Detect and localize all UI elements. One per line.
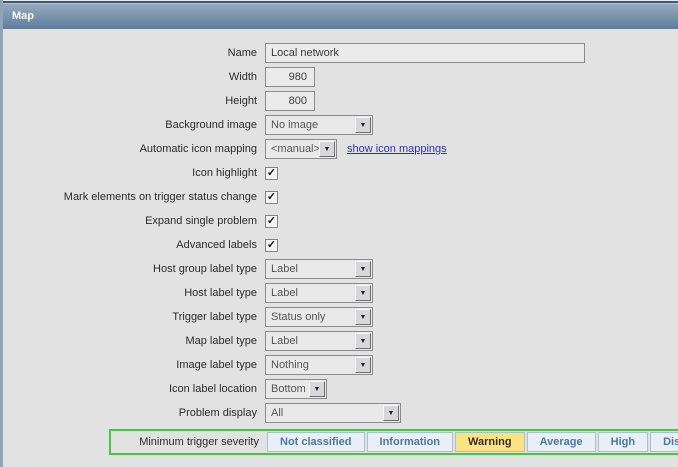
height-label: Height: [3, 95, 265, 107]
form-row-host-group-label-type: Host group label type Label ▼: [3, 259, 678, 279]
panel-title: Map: [12, 10, 34, 22]
severity-button-not-classified[interactable]: Not classified: [267, 432, 365, 452]
problem-display-label: Problem display: [3, 407, 265, 419]
severity-button-group: Not classifiedInformationWarningAverageH…: [267, 432, 678, 452]
form-row-background-image: Background image No image ▼: [3, 115, 678, 135]
form-row-host-label-type: Host label type Label ▼: [3, 283, 678, 303]
form-row-icon-label-location: Icon label location Bottom ▼: [3, 379, 678, 399]
min-trigger-severity-label: Minimum trigger severity: [111, 436, 267, 448]
form-row-name: Name: [3, 43, 678, 63]
severity-button-information[interactable]: Information: [367, 432, 454, 452]
host-group-label-type-select[interactable]: Label ▼: [265, 259, 373, 279]
mark-elements-checkbox[interactable]: ✓: [265, 191, 278, 204]
panel-header: Map: [3, 1, 678, 29]
form-row-image-label-type: Image label type Nothing ▼: [3, 355, 678, 375]
trigger-label-type-selected-value: Status only: [271, 311, 325, 323]
height-input[interactable]: [265, 91, 315, 111]
image-label-type-selected-value: Nothing: [271, 359, 309, 371]
host-label-type-label: Host label type: [3, 287, 265, 299]
problem-display-select[interactable]: All ▼: [265, 403, 401, 423]
form-row-icon-highlight: Icon highlight ✓: [3, 163, 678, 183]
icon-label-location-select[interactable]: Bottom ▼: [265, 379, 327, 399]
dropdown-arrow-icon: ▼: [355, 309, 371, 325]
form-row-height: Height: [3, 91, 678, 111]
background-image-selected-value: No image: [271, 119, 318, 131]
icon-mapping-selected-value: <manual>: [271, 143, 320, 155]
image-label-type-select[interactable]: Nothing ▼: [265, 355, 373, 375]
icon-label-location-label: Icon label location: [3, 383, 265, 395]
icon-mapping-select[interactable]: <manual> ▼: [265, 139, 337, 159]
background-image-select[interactable]: No image ▼: [265, 115, 373, 135]
checkmark-icon: ✓: [267, 192, 276, 203]
icon-highlight-label: Icon highlight: [3, 167, 265, 179]
severity-button-warning[interactable]: Warning: [455, 432, 525, 452]
map-config-panel: Map Name Width Height Background image N…: [0, 0, 678, 467]
map-label-type-label: Map label type: [3, 335, 265, 347]
host-group-label-type-selected-value: Label: [271, 263, 298, 275]
map-form: Name Width Height Background image No im…: [3, 29, 678, 457]
checkmark-icon: ✓: [267, 168, 276, 179]
name-input[interactable]: [265, 43, 585, 63]
checkmark-icon: ✓: [267, 216, 276, 227]
form-row-expand-single-problem: Expand single problem ✓: [3, 211, 678, 231]
dropdown-arrow-icon: ▼: [309, 381, 325, 397]
trigger-label-type-label: Trigger label type: [3, 311, 265, 323]
expand-single-problem-label: Expand single problem: [3, 215, 265, 227]
form-row-trigger-label-type: Trigger label type Status only ▼: [3, 307, 678, 327]
width-label: Width: [3, 71, 265, 83]
background-image-label: Background image: [3, 119, 265, 131]
show-icon-mappings-link[interactable]: show icon mappings: [347, 143, 447, 155]
dropdown-arrow-icon: ▼: [355, 261, 371, 277]
checkmark-icon: ✓: [267, 240, 276, 251]
advanced-labels-label: Advanced labels: [3, 239, 265, 251]
form-row-map-label-type: Map label type Label ▼: [3, 331, 678, 351]
expand-single-problem-checkbox[interactable]: ✓: [265, 215, 278, 228]
dropdown-arrow-icon: ▼: [319, 141, 335, 157]
form-row-min-trigger-severity: Minimum trigger severity Not classifiedI…: [3, 427, 678, 457]
host-label-type-select[interactable]: Label ▼: [265, 283, 373, 303]
dropdown-arrow-icon: ▼: [355, 117, 371, 133]
trigger-label-type-select[interactable]: Status only ▼: [265, 307, 373, 327]
severity-button-average[interactable]: Average: [527, 432, 596, 452]
icon-highlight-checkbox[interactable]: ✓: [265, 167, 278, 180]
form-row-icon-mapping: Automatic icon mapping <manual> ▼ show i…: [3, 139, 678, 159]
form-row-width: Width: [3, 67, 678, 87]
dropdown-arrow-icon: ▼: [355, 285, 371, 301]
severity-button-high[interactable]: High: [598, 432, 648, 452]
image-label-type-label: Image label type: [3, 359, 265, 371]
form-row-advanced-labels: Advanced labels ✓: [3, 235, 678, 255]
mark-elements-label: Mark elements on trigger status change: [3, 191, 265, 203]
name-label: Name: [3, 47, 265, 59]
problem-display-selected-value: All: [271, 407, 283, 419]
map-label-type-selected-value: Label: [271, 335, 298, 347]
icon-label-location-selected-value: Bottom: [271, 383, 306, 395]
map-label-type-select[interactable]: Label ▼: [265, 331, 373, 351]
dropdown-arrow-icon: ▼: [355, 357, 371, 373]
dropdown-arrow-icon: ▼: [383, 405, 399, 421]
host-group-label-type-label: Host group label type: [3, 263, 265, 275]
dropdown-arrow-icon: ▼: [355, 333, 371, 349]
form-row-problem-display: Problem display All ▼: [3, 403, 678, 423]
width-input[interactable]: [265, 67, 315, 87]
host-label-type-selected-value: Label: [271, 287, 298, 299]
advanced-labels-checkbox[interactable]: ✓: [265, 239, 278, 252]
form-row-mark-elements: Mark elements on trigger status change ✓: [3, 187, 678, 207]
severity-highlight-box: Minimum trigger severity Not classifiedI…: [109, 429, 678, 455]
severity-button-disaster[interactable]: Disaster: [650, 432, 678, 452]
icon-mapping-label: Automatic icon mapping: [3, 143, 265, 155]
